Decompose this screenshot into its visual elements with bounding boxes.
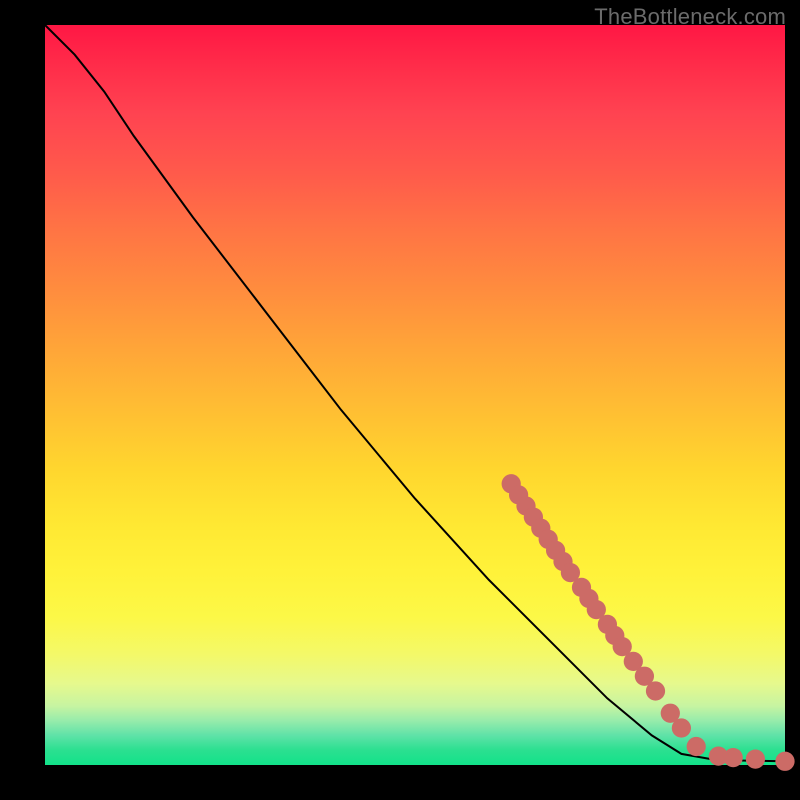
curve-svg — [45, 25, 785, 765]
data-marker — [724, 748, 743, 767]
data-marker — [646, 681, 665, 700]
data-marker — [775, 752, 794, 771]
chart-frame: TheBottleneck.com — [0, 0, 800, 800]
data-marker — [672, 718, 691, 737]
data-marker — [687, 737, 706, 756]
plot-area — [45, 25, 785, 765]
data-marker — [746, 749, 765, 768]
bottleneck-curve — [45, 25, 785, 761]
marker-group — [502, 474, 795, 771]
